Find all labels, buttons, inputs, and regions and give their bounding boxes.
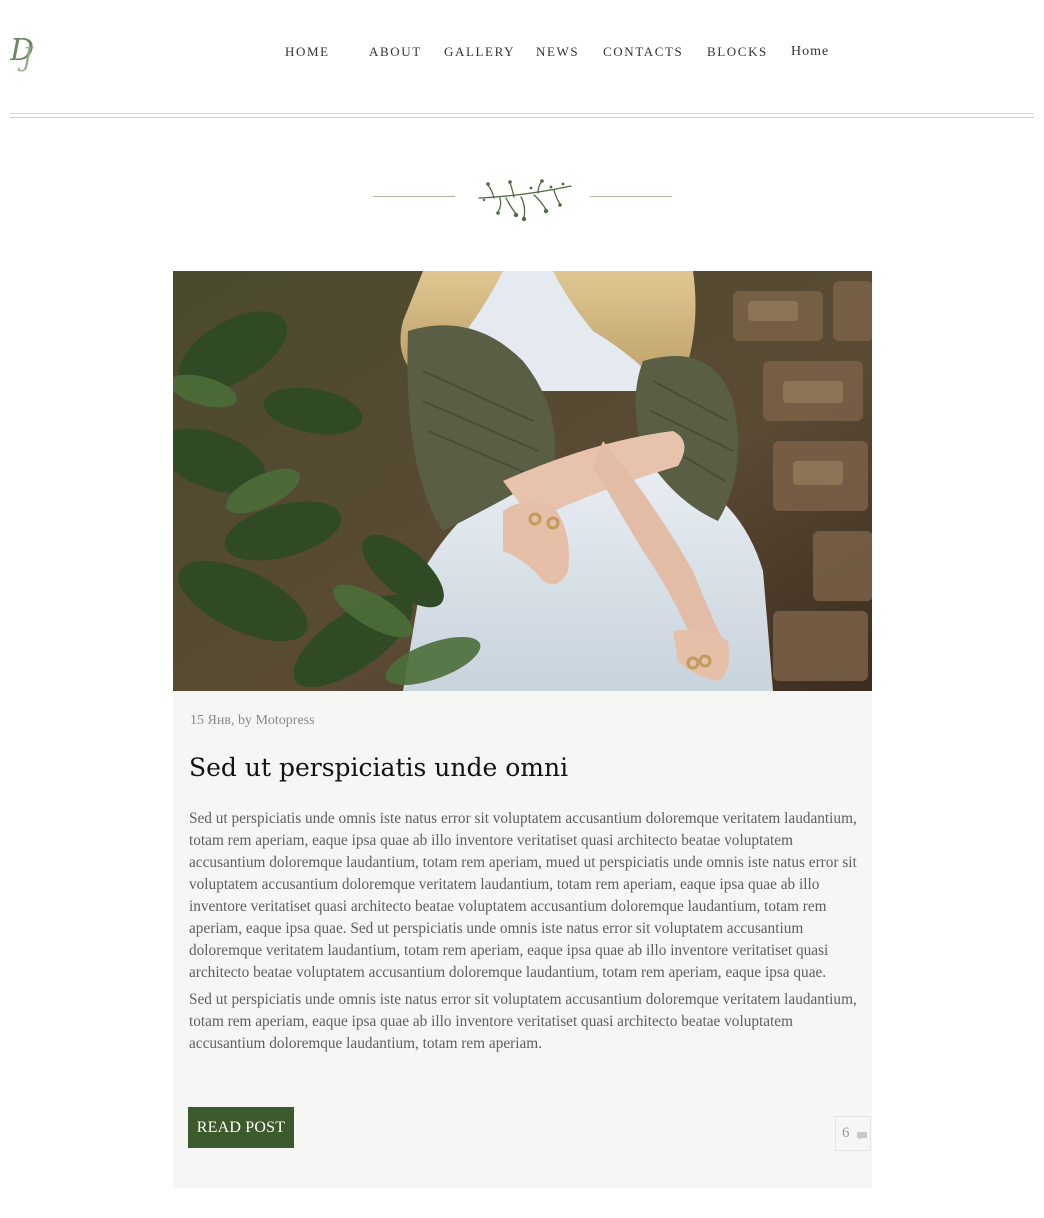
comments-count-link[interactable]: 6 (835, 1116, 871, 1151)
divider-line-right (590, 196, 672, 197)
nav-item-news[interactable]: NEWS (536, 44, 579, 60)
leaf-sprig-icon (478, 179, 572, 222)
post-meta: 15 Янв, by Motopress (190, 713, 315, 728)
main-nav: HOME ABOUT GALLERY NEWS CONTACTS BLOCKS … (0, 44, 1044, 62)
header-rule-bottom (10, 117, 1034, 118)
nav-item-gallery[interactable]: GALLERY (444, 44, 515, 60)
nav-item-about[interactable]: ABOUT (369, 44, 422, 60)
post-photo[interactable] (173, 271, 872, 691)
blog-post-card: 15 Янв, by Motopress Sed ut perspiciatis… (173, 271, 872, 1188)
header-rule-top (10, 113, 1034, 114)
post-paragraph: Sed ut perspiciatis unde omnis iste natu… (189, 810, 857, 981)
site-header: D J HOME ABOUT GALLERY NEWS CONTACTS BLO… (0, 0, 1044, 118)
nav-item-blocks[interactable]: BLOCKS (707, 44, 768, 60)
post-photo-illustration (173, 271, 872, 691)
comment-bubble-icon (857, 1132, 867, 1140)
divider-line-left (373, 196, 455, 197)
comment-count: 6 (842, 1125, 850, 1141)
post-excerpt: Sed ut perspiciatis unde omnis iste natu… (189, 808, 869, 1060)
nav-item-home-secondary[interactable]: Home (791, 44, 829, 60)
post-paragraph: Sed ut perspiciatis unde omnis iste natu… (189, 991, 857, 1052)
read-post-button[interactable]: READ POST (188, 1107, 294, 1148)
post-title[interactable]: Sed ut perspiciatis unde omni (189, 753, 568, 782)
nav-item-home[interactable]: HOME (285, 44, 330, 60)
nav-item-contacts[interactable]: CONTACTS (603, 44, 683, 60)
